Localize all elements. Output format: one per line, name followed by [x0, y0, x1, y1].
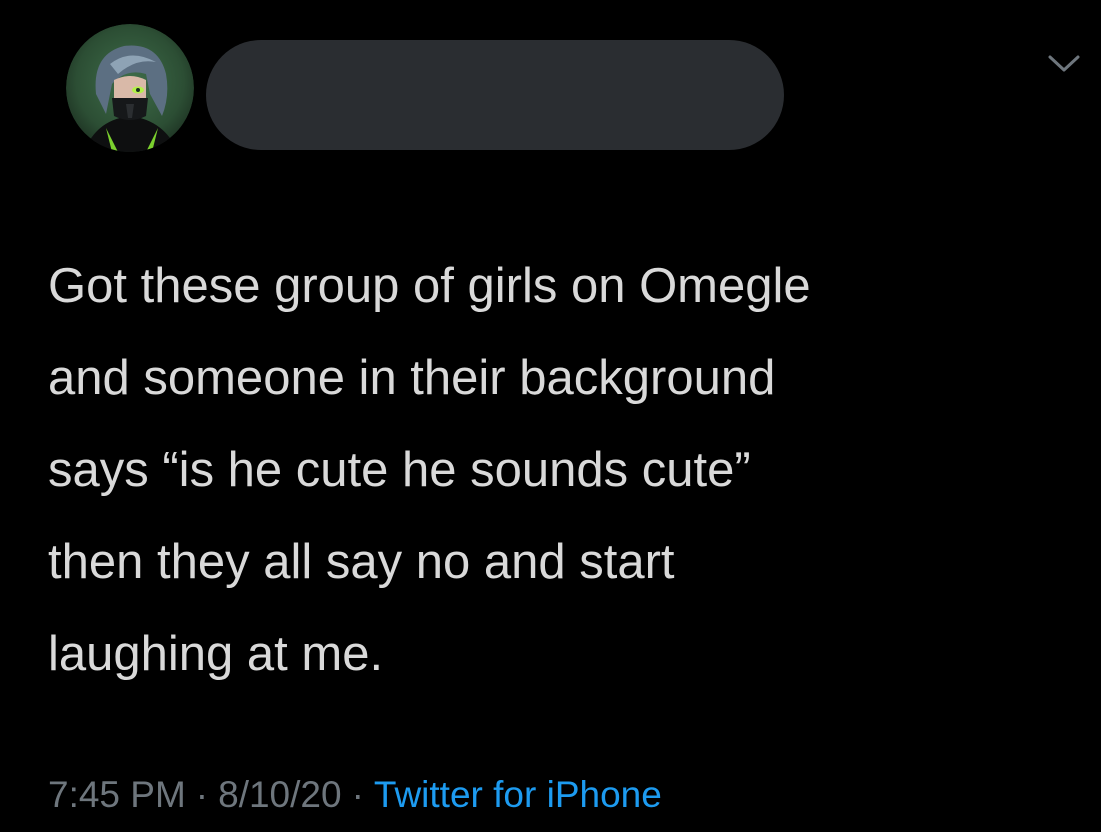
avatar-image [66, 24, 194, 152]
tweet-text-line: Got these group of girls on Omegle [48, 259, 811, 313]
avatar[interactable] [66, 24, 194, 152]
tweet-source-link[interactable]: Twitter for iPhone [374, 774, 662, 815]
tweet: Got these group of girls on Omegle and s… [0, 0, 1101, 832]
meta-separator: · [195, 774, 209, 815]
tweet-text-line: and someone in their background [48, 351, 776, 405]
redacted-username [206, 40, 784, 150]
chevron-down-icon[interactable] [1044, 48, 1084, 78]
meta-separator: · [351, 774, 364, 815]
tweet-meta: 7:45 PM · 8/10/20 · Twitter for iPhone [48, 770, 662, 820]
tweet-date[interactable]: 8/10/20 [218, 774, 341, 815]
tweet-time[interactable]: 7:45 PM [48, 774, 186, 815]
tweet-text: Got these group of girls on Omegle and s… [48, 240, 1068, 700]
tweet-text-line: laughing at me. [48, 627, 384, 681]
tweet-text-line: then they all say no and start [48, 535, 675, 589]
tweet-text-line: says “is he cute he sounds cute” [48, 443, 751, 497]
